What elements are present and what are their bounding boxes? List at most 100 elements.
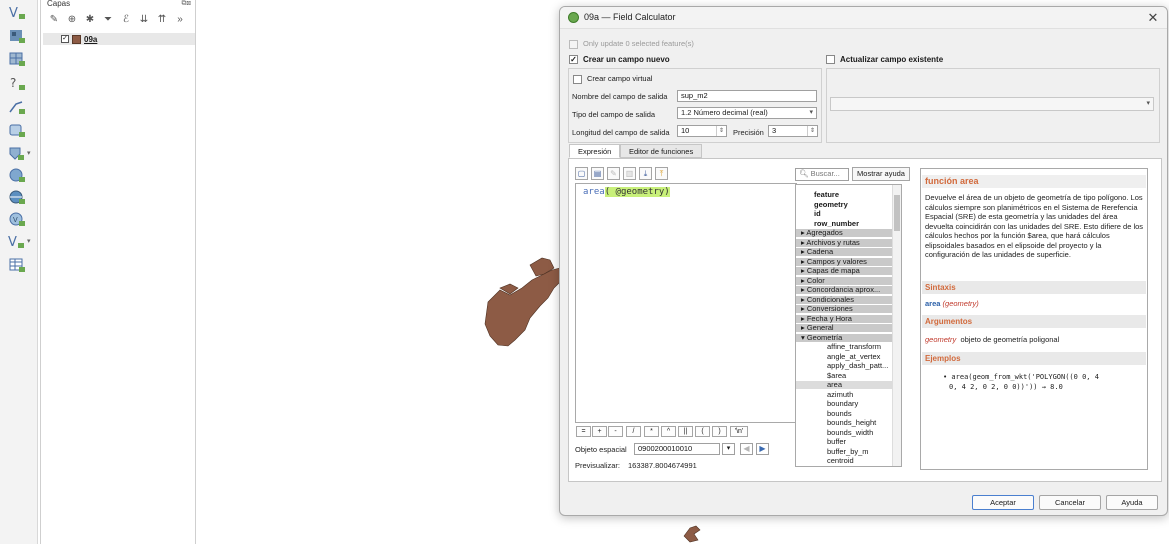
function-list-item[interactable]: buffer_by_m	[796, 447, 892, 456]
more-icon[interactable]: »	[173, 14, 187, 25]
tab-expression[interactable]: Expresión	[569, 144, 621, 158]
add-point-layer-icon[interactable]: ?	[7, 74, 27, 92]
function-list-item[interactable]: $area	[796, 371, 892, 380]
export-icon[interactable]: ⤒	[655, 167, 668, 180]
function-list-item[interactable]: ▸ Agregados	[796, 229, 892, 237]
only-update-checkbox-row[interactable]: Only update 0 selected feature(s)	[569, 39, 694, 49]
function-list-item[interactable]: centroid	[796, 457, 892, 465]
function-list-item[interactable]: angle_at_vertex	[796, 352, 892, 361]
tab-function-editor[interactable]: Editor de funciones	[620, 144, 703, 158]
function-list-item[interactable]: ▸ Color	[796, 276, 892, 285]
spin-arrows-icon[interactable]: ⇕	[716, 126, 726, 136]
function-list-item[interactable]: ▸ Archivos y rutas	[796, 238, 892, 247]
show-help-button[interactable]: Mostrar ayuda	[852, 167, 910, 181]
dialog-titlebar[interactable]: 09a — Field Calculator ✕	[560, 7, 1167, 29]
layer-visibility-checkbox[interactable]: ✓	[61, 35, 69, 43]
create-new-field-row[interactable]: ✓ Crear un campo nuevo	[569, 55, 670, 65]
output-type-select[interactable]: 1.2 Número decimal (real) ▾	[677, 107, 817, 119]
add-polygon-layer-icon[interactable]	[7, 121, 27, 139]
create-new-field-checkbox[interactable]: ✓	[569, 55, 578, 65]
filter-expression-icon[interactable]: ℰ	[119, 14, 133, 25]
output-name-input[interactable]: sup_m2	[677, 90, 817, 102]
function-list-item[interactable]: id	[796, 210, 892, 218]
cancel-button[interactable]: Cancelar	[1039, 495, 1101, 510]
operator-equals-button[interactable]: =	[576, 426, 591, 437]
function-list-item[interactable]: buffer	[796, 438, 892, 446]
operator-close-paren-button[interactable]: )	[712, 426, 727, 437]
expression-editor[interactable]: area( @geometry)	[575, 183, 797, 423]
next-feature-icon[interactable]: ▶	[756, 443, 769, 455]
function-list-item[interactable]: geometry	[796, 200, 892, 209]
collapse-all-icon[interactable]: ⇈	[155, 14, 169, 25]
spin-arrows-icon[interactable]: ⇕	[807, 126, 817, 136]
add-raster-layer-icon[interactable]	[7, 27, 27, 45]
only-update-checkbox[interactable]	[569, 39, 578, 49]
layer-item-09a[interactable]: ✓ 09a	[43, 33, 195, 45]
function-list[interactable]: feature geometry id row_number ▸ Agregados ▸ …	[795, 184, 902, 467]
ok-button[interactable]: Aceptar	[972, 495, 1034, 510]
clear-icon[interactable]: ▢	[575, 167, 588, 180]
delete-icon[interactable]: ▥	[623, 167, 636, 180]
function-list-item[interactable]: boundary	[796, 400, 892, 408]
add-vector-layer-icon[interactable]: V	[7, 3, 27, 21]
function-list-item[interactable]: ▸ General	[796, 324, 892, 332]
add-wfs-layer-icon[interactable]: ▾	[7, 144, 35, 162]
previous-feature-icon[interactable]: ◀	[740, 443, 753, 455]
function-list-item[interactable]: ▸ Conversiones	[796, 305, 892, 313]
function-list-item[interactable]: azimuth	[796, 390, 892, 399]
function-list-item[interactable]: apply_dash_patt...	[796, 362, 892, 370]
operator-newline-button[interactable]: '\n'	[730, 426, 748, 437]
new-attribute-table-icon[interactable]	[7, 256, 27, 274]
operator-plus-button[interactable]: +	[592, 426, 607, 437]
function-list-item[interactable]: row_number	[796, 219, 892, 228]
feature-select[interactable]: 0900200010010	[634, 443, 720, 455]
operator-multiply-button[interactable]: *	[644, 426, 659, 437]
add-wcs-layer-icon[interactable]	[7, 188, 27, 206]
virtual-field-row[interactable]: Crear campo virtual	[573, 74, 652, 84]
add-line-layer-icon[interactable]	[7, 98, 27, 116]
function-list-item[interactable]: ▸ Capas de mapa	[796, 267, 892, 275]
function-list-item[interactable]: ▸ Concordancia aprox...	[796, 286, 892, 294]
help-button[interactable]: Ayuda	[1106, 495, 1158, 510]
add-wms-layer-icon[interactable]	[7, 166, 27, 184]
output-length-spinbox[interactable]: 10 ⇕	[677, 125, 727, 137]
manage-visibility-icon[interactable]: ✱	[83, 14, 97, 25]
update-existing-row[interactable]: Actualizar campo existente	[826, 55, 943, 65]
function-list-item[interactable]: ▸ Campos y valores	[796, 257, 892, 266]
function-list-item[interactable]: feature	[796, 191, 892, 199]
precision-spinbox[interactable]: 3 ⇕	[768, 125, 818, 137]
operator-open-paren-button[interactable]: (	[695, 426, 710, 437]
function-list-scrollbar[interactable]	[892, 185, 901, 466]
edit-icon[interactable]: ✎	[607, 167, 620, 180]
existing-field-select[interactable]: ▾	[830, 97, 1154, 111]
operator-divide-button[interactable]: /	[626, 426, 641, 437]
style-manager-icon[interactable]: ✎	[47, 14, 61, 25]
function-list-item[interactable]: ▸ Condicionales	[796, 295, 892, 304]
update-existing-checkbox[interactable]	[826, 55, 835, 65]
function-list-item[interactable]: bounds_height	[796, 419, 892, 427]
import-icon[interactable]: ⤓	[639, 167, 652, 180]
function-list-item[interactable]: ▸ Fecha y Hora	[796, 314, 892, 323]
operator-power-button[interactable]: ^	[661, 426, 676, 437]
expand-all-icon[interactable]: ⇊	[137, 14, 151, 25]
operator-concat-button[interactable]: ||	[678, 426, 693, 437]
map-canvas[interactable]	[470, 240, 570, 560]
filter-legend-icon[interactable]: ⏷	[101, 14, 115, 25]
function-search-input[interactable]: 🔍︎ Buscar...	[795, 168, 849, 181]
chevron-down-icon[interactable]: ▾	[722, 443, 735, 455]
add-mesh-layer-icon[interactable]	[7, 50, 27, 68]
function-list-item[interactable]: bounds	[796, 409, 892, 418]
function-list-item[interactable]: ▾ Geometría	[796, 333, 892, 342]
add-group-icon[interactable]: ⊕	[65, 14, 79, 25]
operator-minus-button[interactable]: -	[608, 426, 623, 437]
virtual-field-checkbox[interactable]	[573, 74, 582, 84]
add-delimited-layer-icon[interactable]: V ▾	[7, 232, 35, 250]
save-icon[interactable]: ▤	[591, 167, 604, 180]
panel-float-close-icons[interactable]: ⧉⊠	[182, 0, 191, 8]
function-list-item[interactable]: area	[796, 381, 892, 389]
function-list-item[interactable]: ▸ Cadena	[796, 248, 892, 256]
add-virtual-layer-icon[interactable]: V	[7, 210, 27, 228]
function-list-item[interactable]: affine_transform	[796, 343, 892, 351]
scrollbar-thumb[interactable]	[894, 195, 900, 231]
function-list-item[interactable]: bounds_width	[796, 428, 892, 437]
